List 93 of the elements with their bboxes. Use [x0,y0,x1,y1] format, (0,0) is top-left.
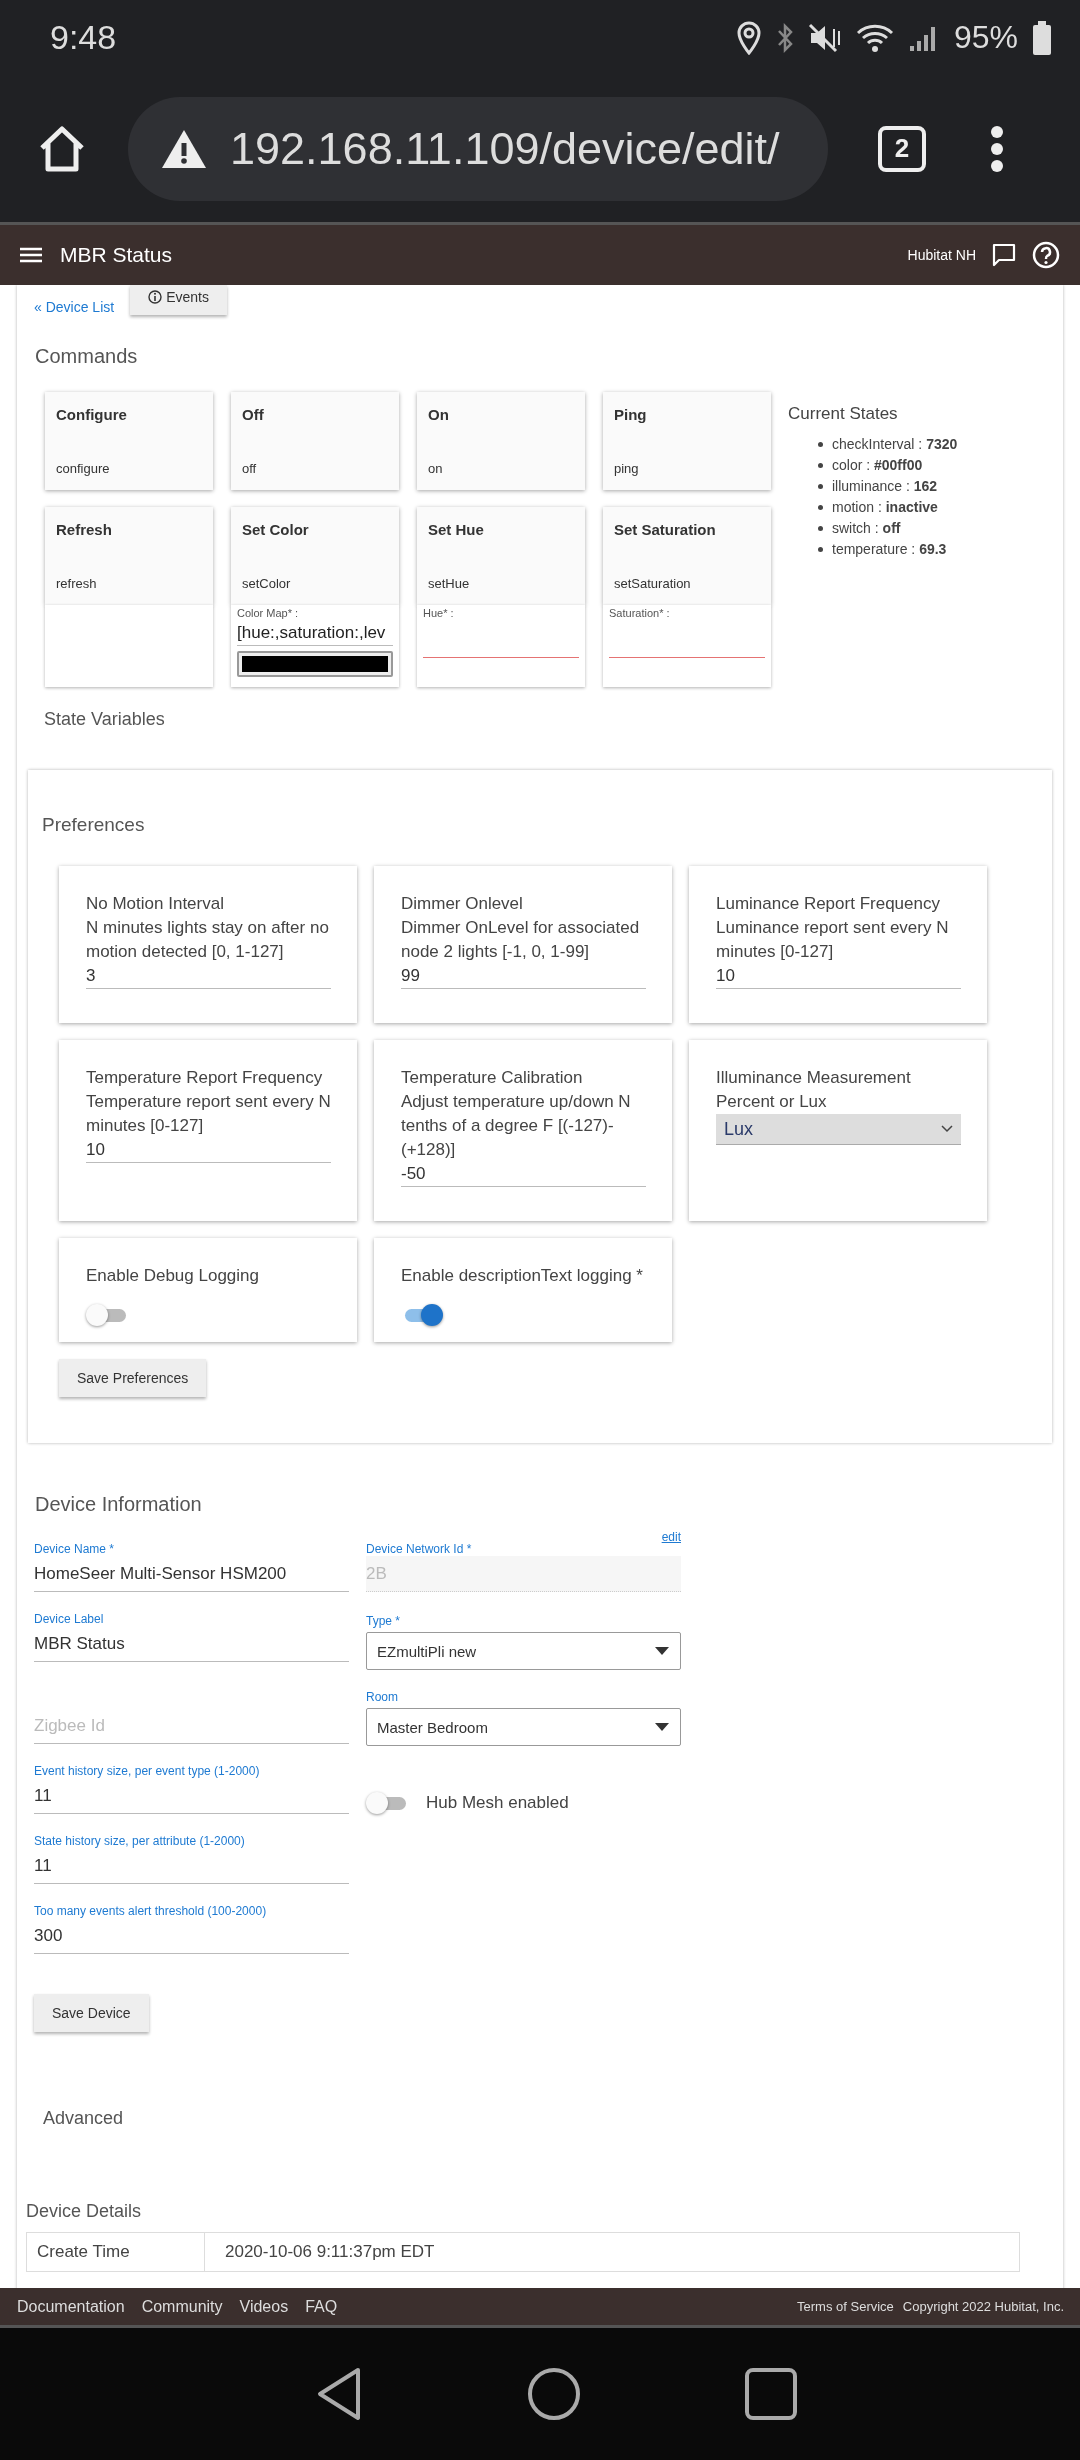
state-item: temperature : 69.3 [832,540,947,559]
section-heading: Device Details [26,2201,143,2222]
parameter-label: Color Map* : [237,607,300,619]
text-field[interactable]: Device Label MBR Status [34,1612,349,1662]
advanced-section-toggle[interactable]: Advanced [43,2108,1046,2129]
state-item: checkInterval : 7320 [832,435,958,454]
command-button[interactable]: Configure configure [45,392,213,490]
footer-link[interactable]: FAQ [305,2297,338,2316]
bullet-icon [818,505,823,510]
text-field[interactable]: Event history size, per event type (1-2000) 11 [34,1764,349,1814]
hub-mesh-label: Hub Mesh enabled [426,1793,569,1813]
bullet-icon [818,442,823,447]
menu-icon[interactable] [990,125,1004,172]
command-button[interactable]: Set Saturation setSaturation [603,507,771,605]
command-button[interactable]: Off off [231,392,399,490]
state-item: motion : inactive [832,498,938,517]
parameter-label: Saturation* : [609,607,671,619]
text-field[interactable]: Too many events alert threshold (100-2000) 300 [34,1904,349,1954]
preference-description: N minutes lights stay on after no motion detected [0, 1-127] [86,917,330,963]
bullet-icon [818,484,823,489]
state-item: color : #00ff00 [832,456,923,475]
preference-title: Dimmer Onlevel [401,893,524,915]
address-bar[interactable]: 192.168.11.109/device/edit/ [128,96,828,201]
footer-link[interactable]: Community [141,2297,223,2316]
bullet-icon [818,463,823,468]
command-button[interactable]: Set Color setColor [231,507,399,605]
bullet-icon [818,547,823,552]
preference-description: Luminance report sent every N minutes [0-127] [716,917,950,963]
preference-title: Enable Debug Logging [86,1265,260,1287]
location-icon [735,20,762,55]
text-field[interactable]: State history size, per attribute (1-2000) 11 [34,1834,349,1884]
command-button[interactable]: Ping ping [603,392,771,490]
hub-name: Hubitat NH [907,247,976,263]
preference-title: No Motion Interval [86,893,225,915]
recents-icon[interactable] [744,2367,799,2421]
home-icon[interactable] [527,2367,581,2421]
save-device-button[interactable]: Save Device [34,1994,149,2032]
preference-title: Luminance Report Frequency [716,893,941,915]
dropdown-arrow-icon [654,1723,670,1731]
state-item: illuminance : 162 [832,477,938,496]
command-button[interactable]: Refresh refresh [45,507,213,605]
footer-link[interactable]: Videos [239,2297,289,2316]
preference-description: Percent or Lux [716,1091,828,1113]
footer-link[interactable]: Documentation [17,2297,125,2316]
page-title: MBR Status [60,243,173,267]
preference-description: Adjust temperature up/down N tenths of a degree F [(-127)-(+128)] [401,1091,632,1161]
preference-title: Illuminance Measurement [716,1067,912,1089]
preference-title: Enable descriptionText logging * [401,1265,644,1287]
help-icon[interactable] [1032,241,1060,269]
type-dropdown[interactable]: EZmultiPli new [366,1632,681,1670]
chevron-icon [941,1125,953,1133]
info-icon [148,290,163,304]
command-button[interactable]: On on [417,392,585,490]
section-heading: State Variables [44,709,166,730]
dropdown-arrow-icon [654,1647,670,1655]
toggle-switch[interactable] [366,1790,408,1816]
tab-count-button[interactable]: 2 [878,125,926,172]
preference-description: Temperature report sent every N minutes [0-127] [86,1091,331,1137]
preference-description: Dimmer OnLevel for associated node 2 lights [-1, 0, 1-99] [401,917,641,963]
room-dropdown[interactable]: Master Bedroom [366,1708,681,1746]
toggle-switch[interactable] [86,1302,128,1328]
current-states-heading: Current States [788,404,899,424]
text-field[interactable]: Zigbee Id [34,1682,349,1744]
bullet-icon [818,526,823,531]
preference-title: Temperature Report Frequency [86,1067,324,1089]
field-label: Type * [366,1614,402,1628]
parameter-label: Hue* : [423,607,455,619]
wifi-icon [855,22,894,53]
url-text: 192.168.11.109/device/edit/ [230,122,780,175]
chat-icon[interactable] [992,243,1016,267]
bluetooth-icon [775,22,794,53]
command-button[interactable]: Set Hue setHue [417,507,585,605]
section-heading: Preferences [42,814,146,836]
preference-title: Temperature Calibration [401,1067,584,1089]
menu-icon[interactable] [20,247,42,263]
status-time: 9:48 [50,18,118,57]
color-picker[interactable] [237,651,393,677]
preference-dropdown[interactable]: Lux [716,1114,961,1145]
mute-icon [807,22,842,53]
section-heading: Commands [35,345,139,368]
battery-icon [1032,20,1052,55]
copyright-text: Copyright 2022 Hubitat, Inc. [902,2299,1064,2314]
events-button[interactable]: Events [130,285,227,315]
state-item: switch : off [832,519,901,538]
device-list-link[interactable]: « Device List [34,299,115,315]
save-preferences-button[interactable]: Save Preferences [59,1359,207,1397]
field-label: Room [366,1690,399,1704]
table-cell: 2020-10-06 9:11:37pm EDT [204,2232,1020,2272]
table-cell: Create Time [26,2232,205,2272]
terms-link[interactable]: Terms of Service [797,2299,894,2314]
text-field[interactable]: Device Name * HomeSeer Multi-Sensor HSM200 [34,1542,349,1592]
section-heading: Device Information [35,1493,203,1516]
battery-percent: 95% [953,19,1018,56]
